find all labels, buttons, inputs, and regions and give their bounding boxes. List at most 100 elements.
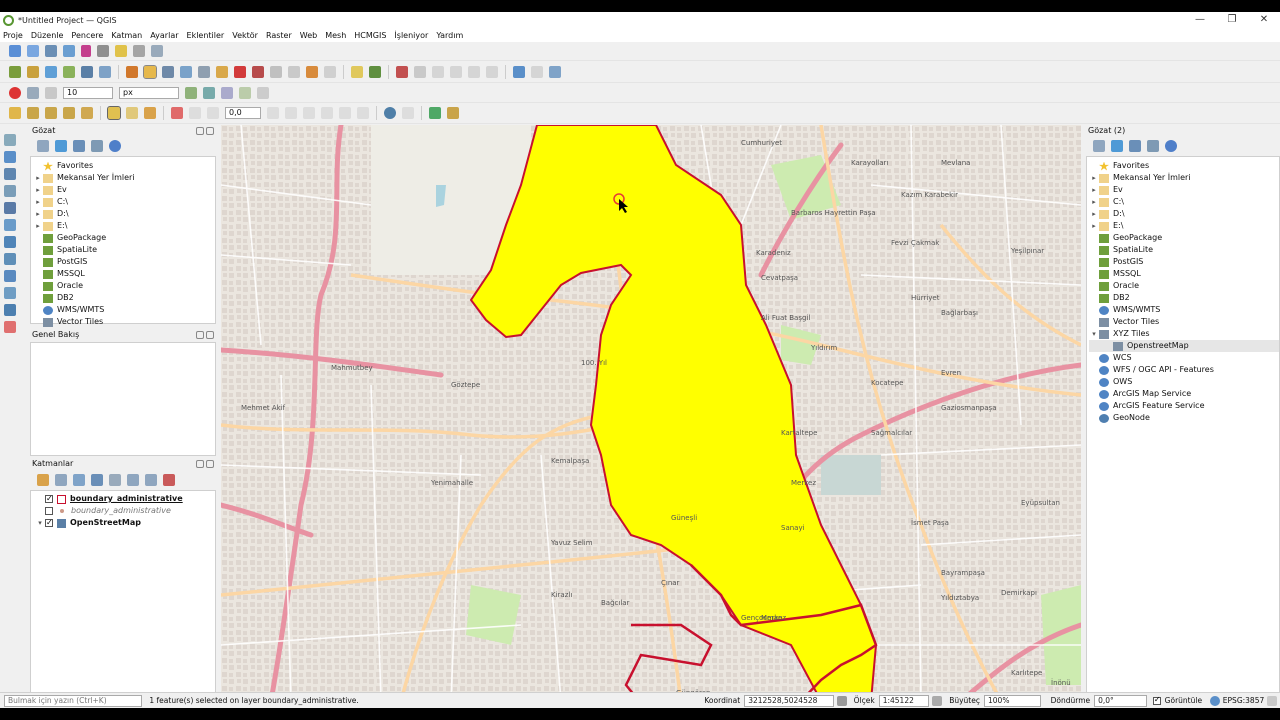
comment-icon[interactable] (115, 45, 127, 57)
merge-icon[interactable] (285, 107, 297, 119)
float-panel-icon[interactable] (196, 460, 204, 468)
tree-item[interactable]: Oracle (1089, 280, 1279, 292)
add-selected-icon[interactable] (1093, 140, 1105, 152)
rotate-label-icon[interactable] (450, 65, 462, 78)
maximize-button[interactable]: ❐ (1216, 12, 1248, 28)
close-button[interactable]: ✕ (1248, 12, 1280, 28)
label-icon[interactable] (351, 65, 363, 78)
messages-icon[interactable] (1267, 695, 1277, 706)
add-wfs-layer-icon[interactable] (4, 270, 16, 282)
layer-visibility-checkbox[interactable] (45, 493, 53, 505)
menu-item[interactable]: Ayarlar (150, 31, 178, 40)
topological-editing-icon[interactable] (185, 86, 197, 99)
tree-item[interactable]: WFS / OGC API - Features (1089, 364, 1279, 376)
settings-icon[interactable] (63, 45, 75, 57)
select-rectangle-icon[interactable] (107, 106, 121, 120)
toggle-editing-icon[interactable] (143, 64, 157, 79)
save-edits-icon[interactable] (162, 65, 174, 78)
close-panel-icon[interactable] (206, 331, 214, 339)
tree-item[interactable]: WMS/WMTS (33, 304, 215, 316)
edit-attributes-icon[interactable] (447, 107, 459, 119)
locator-search-input[interactable]: Bulmak için yazın (Ctrl+K) (4, 694, 143, 707)
filter-expression-icon[interactable] (109, 474, 121, 486)
add-vector-tile-icon[interactable] (4, 304, 16, 316)
add-vector-icon[interactable] (27, 65, 39, 78)
reshape-icon[interactable] (303, 107, 315, 119)
tree-item[interactable]: ▸ E:\ (33, 220, 215, 232)
add-arcgis-icon[interactable] (4, 287, 16, 299)
simplify-icon[interactable] (339, 107, 351, 119)
tree-item[interactable]: Favorites (33, 160, 215, 172)
modify-attributes-icon[interactable] (216, 65, 228, 78)
add-mssql-icon[interactable] (4, 185, 16, 197)
rotate-icon[interactable] (189, 107, 201, 119)
add-postgis-icon[interactable] (4, 168, 16, 180)
expand-arrow-icon[interactable]: ▸ (1089, 220, 1099, 232)
filter-legend-icon[interactable] (91, 474, 103, 486)
undo-icon[interactable] (306, 65, 318, 78)
tree-item[interactable]: Favorites (1089, 160, 1279, 172)
tree-item[interactable]: ▸ E:\ (1089, 220, 1279, 232)
menu-item[interactable]: Raster (266, 31, 292, 40)
add-spatialite-icon[interactable] (4, 151, 16, 163)
new-project-icon[interactable] (9, 45, 21, 57)
tree-item[interactable]: MSSQL (1089, 268, 1279, 280)
menu-item[interactable]: Pencere (71, 31, 103, 40)
tree-item[interactable]: ▸ C:\ (1089, 196, 1279, 208)
minimize-button[interactable]: — (1184, 12, 1216, 28)
tree-item[interactable]: SpatiaLite (33, 244, 215, 256)
tree-item[interactable]: GeoNode (1089, 412, 1279, 424)
add-raster-icon[interactable] (45, 65, 57, 78)
properties-icon[interactable] (109, 140, 121, 152)
curve-icon[interactable] (257, 86, 269, 99)
add-wfs-icon[interactable] (99, 65, 111, 78)
crs-globe-icon[interactable] (1210, 695, 1220, 706)
map-canvas[interactable]: Cumhuriyet Karayolları Mevlana Kazım Karabe… (221, 125, 1081, 701)
scale-field[interactable]: 1:45122 (878, 694, 930, 707)
tracing-icon[interactable] (221, 86, 233, 99)
tree-item[interactable]: ▸ Ev (33, 184, 215, 196)
label-pin-icon[interactable] (369, 65, 381, 78)
tree-item[interactable]: DB2 (33, 292, 215, 304)
refresh-browser-icon[interactable] (55, 140, 67, 152)
toolbox-icon[interactable] (97, 45, 109, 57)
layer-styling-icon[interactable] (37, 474, 49, 486)
menu-item[interactable]: Mesh (325, 31, 346, 40)
toggle-extents-icon[interactable] (836, 695, 847, 706)
refresh-icon[interactable] (429, 107, 441, 119)
layer-visibility-checkbox[interactable] (45, 507, 53, 515)
paste-features-icon[interactable] (288, 65, 300, 78)
float-panel-icon[interactable] (196, 331, 204, 339)
diagram-icon[interactable] (396, 65, 408, 78)
offset-curve-icon[interactable] (321, 107, 333, 119)
expand-arrow-icon[interactable]: ▾ (35, 517, 45, 529)
add-delimited-text-icon[interactable] (4, 134, 16, 146)
expand-arrow-icon[interactable]: ▸ (1089, 172, 1099, 184)
menu-item[interactable]: Vektör (232, 31, 258, 40)
scale-icon[interactable] (207, 107, 219, 119)
menu-item[interactable]: Eklentiler (187, 31, 225, 40)
tree-item[interactable]: ArcGIS Map Service (1089, 388, 1279, 400)
remove-layer-icon[interactable] (163, 474, 175, 486)
edit-pencil-icon[interactable] (126, 65, 138, 78)
python-icon[interactable] (513, 65, 525, 78)
refresh-browser-icon[interactable] (1111, 140, 1123, 152)
rotation-field[interactable]: 0,0° (1094, 694, 1147, 707)
add-group-icon[interactable] (55, 474, 67, 486)
collapse-all-layers-icon[interactable] (145, 474, 157, 486)
expand-all-icon[interactable] (127, 474, 139, 486)
deselect-icon[interactable] (63, 107, 75, 119)
expand-arrow-icon[interactable]: ▸ (1089, 184, 1099, 196)
tree-item[interactable]: MSSQL (33, 268, 215, 280)
expand-arrow-icon[interactable]: ▸ (1089, 196, 1099, 208)
plugin-icon[interactable] (531, 65, 543, 78)
add-selected-icon[interactable] (37, 140, 49, 152)
pin-label-icon[interactable] (486, 65, 498, 78)
tree-item[interactable]: OWS (1089, 376, 1279, 388)
expand-arrow-icon[interactable]: ▸ (33, 196, 43, 208)
data-source-icon[interactable] (9, 65, 21, 78)
add-oracle-icon[interactable] (4, 202, 16, 214)
menu-item[interactable]: Yardım (436, 31, 463, 40)
copy-features-icon[interactable] (270, 65, 282, 78)
self-snapping-icon[interactable] (239, 86, 251, 99)
